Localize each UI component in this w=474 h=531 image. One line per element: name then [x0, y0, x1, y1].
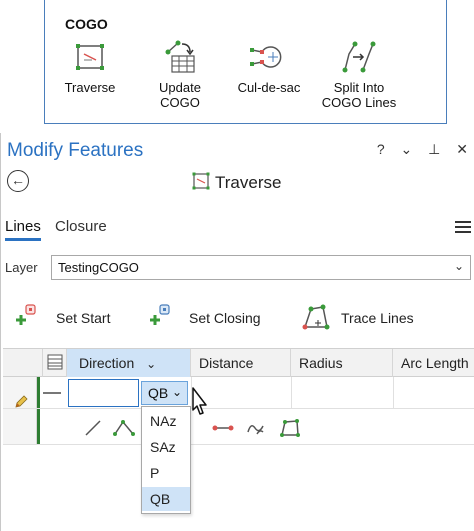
- grid-corner: [3, 349, 43, 377]
- straight-line-icon[interactable]: [83, 418, 103, 438]
- tab-closure[interactable]: Closure: [55, 218, 107, 235]
- direction-input[interactable]: [68, 379, 139, 407]
- close-icon[interactable]: ✕: [456, 141, 468, 157]
- set-closing-label: Set Closing: [189, 310, 261, 326]
- tab-strip: Lines Closure: [1, 216, 474, 242]
- column-header-direction[interactable]: Direction ⌄: [67, 349, 191, 377]
- trace-lines-label: Trace Lines: [341, 310, 414, 326]
- help-button[interactable]: ?: [377, 141, 385, 157]
- cogo-group-title: COGO: [65, 16, 108, 32]
- update-cogo-tool-label: Update COGO: [159, 80, 201, 110]
- tool-name: Traverse: [215, 173, 282, 192]
- menu-icon[interactable]: [455, 221, 471, 236]
- direction-format-dropdown[interactable]: QB ⌄: [141, 381, 188, 405]
- column-header-distance[interactable]: Distance: [191, 349, 291, 377]
- segment-tools-row: [3, 409, 474, 445]
- traverse-icon: [192, 172, 210, 190]
- column-header-direction-label: Direction: [79, 355, 135, 371]
- direction-format-list: NAz SAz P QB: [141, 406, 191, 514]
- chevron-down-icon: ⌄: [171, 385, 182, 399]
- curve-icon[interactable]: [245, 418, 267, 438]
- segment-point-line-icon[interactable]: [211, 418, 235, 438]
- traverse-tool-button[interactable]: Traverse: [59, 40, 121, 95]
- update-cogo-icon: [165, 40, 195, 73]
- layer-label: Layer: [5, 260, 38, 275]
- format-option-qb[interactable]: QB: [142, 487, 190, 511]
- cul-de-sac-icon: [250, 46, 282, 68]
- mouse-pointer-icon: [192, 387, 207, 415]
- cell-divider: [291, 377, 292, 409]
- grid-header-row: Direction ⌄ Distance Radius Arc Length: [3, 348, 474, 377]
- set-start-label: Set Start: [56, 310, 111, 326]
- layer-select-value: TestingCOGO: [58, 260, 139, 275]
- chevron-down-icon: ⌄: [453, 259, 464, 273]
- pane-controls: ? ⌄ ⊥ ✕: [365, 141, 468, 158]
- set-closing-icon: [150, 304, 170, 325]
- options-dropdown-button[interactable]: ⌄: [401, 141, 413, 157]
- chevron-down-icon: ⌄: [146, 357, 157, 371]
- traverse-grid: Direction ⌄ Distance Radius Arc Length Q…: [3, 348, 474, 531]
- split-into-cogo-lines-tool-button[interactable]: Split Into COGO Lines: [317, 40, 401, 110]
- table-grid-icon: [47, 354, 63, 370]
- polyline-icon[interactable]: [113, 418, 135, 438]
- cul-de-sac-tool-label: Cul-de-sac: [237, 80, 301, 95]
- back-arrow-icon[interactable]: ←: [7, 170, 29, 192]
- direction-format-value: QB: [148, 385, 169, 401]
- update-cogo-tool-button[interactable]: Update COGO: [149, 40, 211, 110]
- split-into-cogo-lines-tool-label: Split Into COGO Lines: [321, 80, 397, 110]
- trace-lines-icon: [302, 304, 330, 330]
- traverse-tool-label: Traverse: [64, 80, 116, 95]
- traverse-actions: Set Start Set Closing Trace Lines: [1, 301, 474, 335]
- layer-select[interactable]: TestingCOGO ⌄: [51, 255, 471, 280]
- cul-de-sac-tool-button[interactable]: Cul-de-sac: [229, 40, 309, 95]
- closed-polygon-icon[interactable]: [279, 418, 301, 438]
- column-header-arc-length[interactable]: Arc Length: [393, 349, 474, 377]
- tab-lines[interactable]: Lines: [5, 218, 41, 241]
- column-header-radius[interactable]: Radius: [291, 349, 393, 377]
- split-into-cogo-lines-icon: [342, 41, 376, 73]
- traverse-icon: [76, 44, 104, 70]
- set-start-icon: [16, 304, 36, 325]
- table-icon[interactable]: [43, 349, 67, 377]
- cogo-ribbon-group: COGO Traverse Update COGO Cul-de-sac Spl…: [44, 0, 447, 124]
- modify-features-pane: Modify Features ? ⌄ ⊥ ✕ ← Traverse Lines…: [0, 133, 474, 531]
- tool-header: Traverse: [191, 171, 281, 193]
- pane-title: Modify Features: [7, 140, 144, 161]
- pin-icon[interactable]: ⊥: [428, 141, 440, 157]
- format-option-p[interactable]: P: [142, 461, 190, 485]
- format-option-saz[interactable]: SAz: [142, 435, 190, 459]
- cell-divider: [393, 377, 394, 409]
